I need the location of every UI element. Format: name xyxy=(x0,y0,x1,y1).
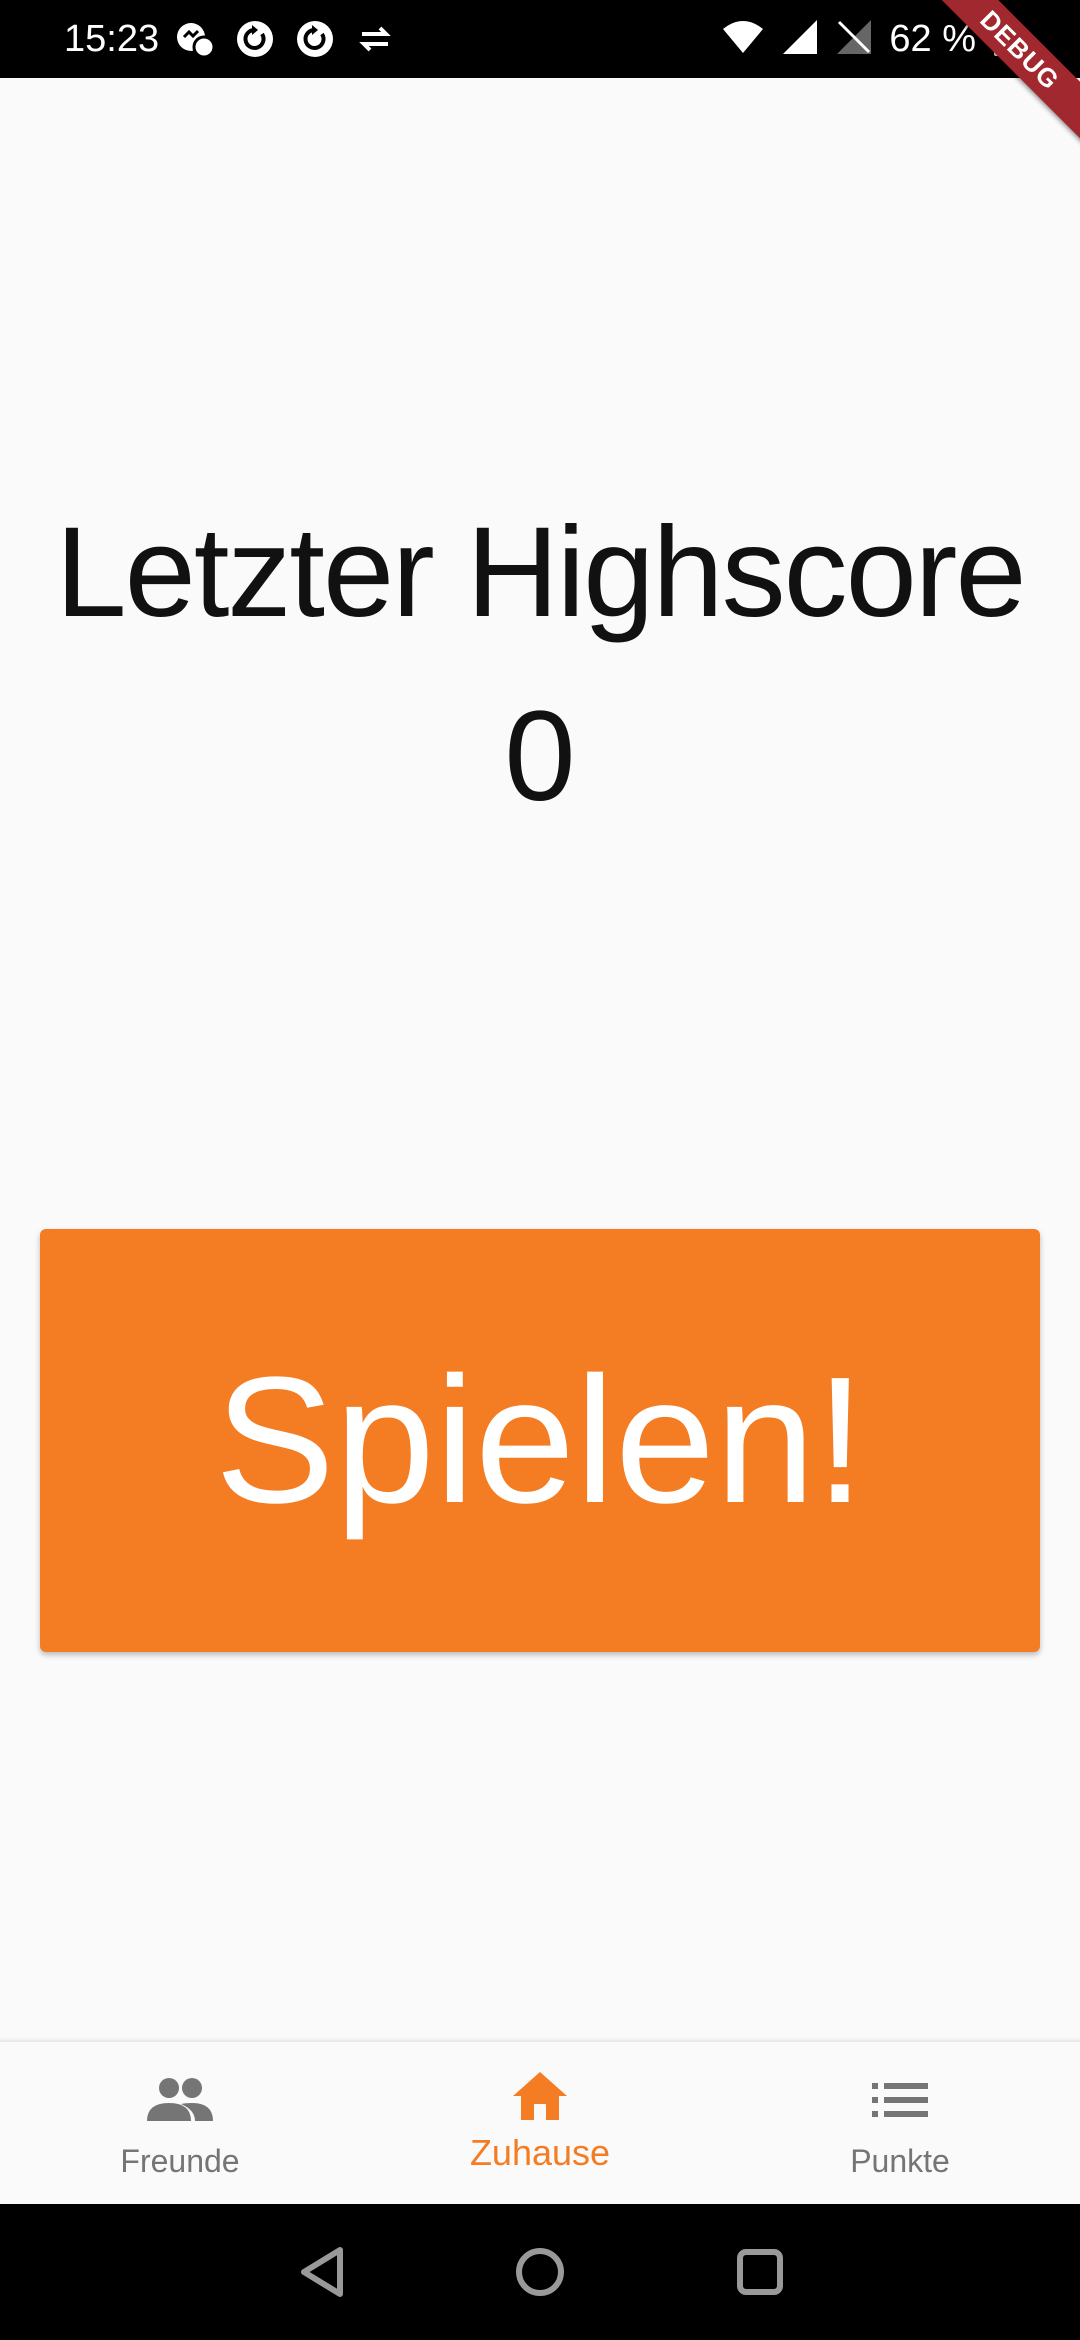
nav-label-punkte: Punkte xyxy=(850,2143,950,2179)
nav-label-freunde: Freunde xyxy=(120,2143,240,2179)
sync-icon xyxy=(294,18,336,60)
people-icon xyxy=(146,2072,214,2128)
app-screen: 15:23 62 % DEBUG Letzter Highscore 0 Spi… xyxy=(0,0,1080,2340)
highscore-value: 0 xyxy=(504,685,576,828)
battery-percentage: 62 % xyxy=(889,18,976,60)
nav-item-zuhause[interactable]: Zuhause xyxy=(360,2042,720,2206)
bottom-navigation: Freunde Zuhause Punkte xyxy=(0,2040,1080,2206)
status-time: 15:23 xyxy=(64,18,160,60)
system-navigation-bar xyxy=(0,2204,1080,2340)
no-sim-icon xyxy=(835,18,873,61)
cell-signal-icon xyxy=(781,18,819,61)
highscore-label: Letzter Highscore xyxy=(55,501,1026,644)
play-button[interactable]: Spielen! xyxy=(40,1229,1040,1652)
nav-item-punkte[interactable]: Punkte xyxy=(720,2042,1080,2206)
list-icon xyxy=(866,2072,934,2128)
messenger-icon xyxy=(174,18,216,60)
status-bar: 15:23 62 % xyxy=(0,0,1080,78)
sync-icon xyxy=(234,18,276,60)
data-transfer-icon xyxy=(354,18,396,60)
nav-label-zuhause: Zuhause xyxy=(469,2132,611,2173)
notification-icons xyxy=(174,18,396,60)
recents-icon[interactable] xyxy=(730,2242,790,2302)
home-icon xyxy=(506,2068,574,2124)
wifi-icon xyxy=(721,19,765,60)
back-icon[interactable] xyxy=(292,2242,352,2302)
home-circle-icon[interactable] xyxy=(510,2242,570,2302)
nav-item-freunde[interactable]: Freunde xyxy=(0,2042,360,2206)
